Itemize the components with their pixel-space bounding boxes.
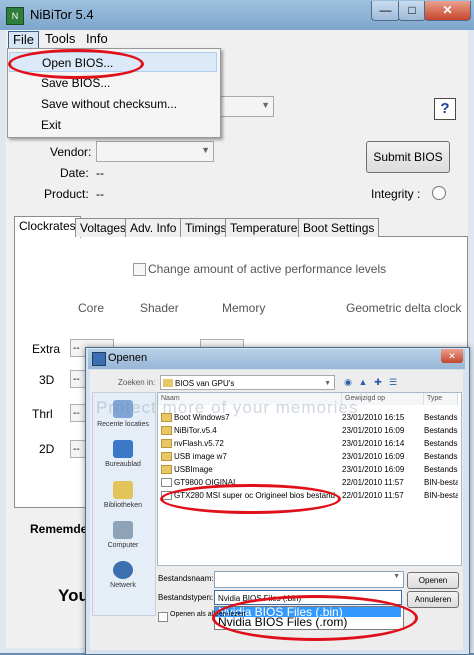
- folder-icon: [161, 465, 172, 474]
- performance-levels-checkbox[interactable]: [133, 263, 146, 276]
- annotation-circle-filetype: [212, 595, 418, 641]
- file-name: NiBiTor.v5.4: [174, 426, 217, 435]
- menu-save-without-checksum[interactable]: Save without checksum...: [9, 94, 217, 114]
- file-type: Bestandsr: [424, 465, 458, 474]
- date-value: --: [96, 166, 104, 180]
- core-column-header: Core: [78, 301, 105, 315]
- tab-temperatures[interactable]: Temperatures: [225, 218, 309, 237]
- menu-info[interactable]: Info: [82, 31, 112, 47]
- submit-bios-button[interactable]: Submit BIOS: [366, 141, 450, 173]
- date-label: Date:: [60, 166, 89, 180]
- file-type: BIN-besta: [424, 478, 458, 487]
- view-menu-icon[interactable]: ☰: [386, 375, 400, 389]
- look-in-combo[interactable]: BIOS van GPU's ▼: [160, 375, 335, 390]
- look-in-value: BIOS van GPU's: [175, 379, 235, 388]
- file-type: Bestandsr: [424, 439, 458, 448]
- file-row[interactable]: nvFlash.v5.72 23/01/2010 16:14 Bestandsr: [158, 438, 458, 449]
- integrity-indicator: [432, 186, 446, 200]
- cancel-button[interactable]: Annuleren: [407, 591, 459, 608]
- row-2d-label: 2D: [39, 442, 55, 456]
- tab-boot-settings[interactable]: Boot Settings: [298, 218, 380, 237]
- maximize-button[interactable]: □: [398, 1, 426, 21]
- annotation-circle-open-bios: [8, 49, 144, 79]
- dialog-close-button[interactable]: ✕: [441, 349, 463, 363]
- filename-label: Bestandsnaam:: [158, 574, 214, 583]
- filetype-label: Bestandstypen:: [158, 593, 214, 602]
- readonly-checkbox[interactable]: [158, 612, 168, 622]
- file-date: 23/01/2010 16:09: [342, 452, 405, 461]
- watermark-text: Protect more of your memories: [96, 398, 359, 417]
- tab-voltages[interactable]: Voltages: [75, 218, 132, 237]
- look-in-label: Zoeken in:: [118, 378, 156, 387]
- place-network[interactable]: Netwerk: [92, 561, 154, 589]
- libraries-icon: [113, 481, 133, 499]
- file-date: 22/01/2010 11:57: [342, 478, 404, 487]
- back-icon[interactable]: ◉: [341, 375, 355, 389]
- tab-clockrates[interactable]: Clockrates: [14, 216, 81, 238]
- column-type[interactable]: Type: [424, 393, 458, 405]
- file-date: 23/01/2010 16:09: [342, 426, 405, 435]
- place-desktop[interactable]: Bureaublad: [92, 440, 154, 468]
- filename-input[interactable]: ▼: [214, 571, 404, 588]
- help-icon[interactable]: ?: [434, 98, 456, 120]
- product-value: --: [96, 187, 104, 201]
- file-type: BIN-besta: [424, 491, 458, 500]
- file-type: Bestandsr: [424, 413, 458, 422]
- file-icon: [161, 478, 172, 487]
- file-type: Bestandsr: [424, 426, 458, 435]
- up-folder-icon[interactable]: ▲: [356, 375, 370, 389]
- tab-adv-info[interactable]: Adv. Info: [125, 218, 182, 237]
- delta-clock-column-header: Geometric delta clock: [346, 301, 462, 315]
- vendor-combo[interactable]: ▼: [96, 141, 214, 162]
- desktop-icon: [113, 440, 133, 458]
- folder-icon: [163, 379, 173, 387]
- vendor-label: Vendor:: [50, 145, 92, 159]
- file-row[interactable]: USB image w7 23/01/2010 16:09 Bestandsr: [158, 451, 458, 462]
- folder-icon: [161, 426, 172, 435]
- menu-file[interactable]: File: [8, 31, 39, 49]
- place-libraries[interactable]: Bibliotheken: [92, 481, 154, 509]
- menu-exit[interactable]: Exit: [9, 115, 217, 135]
- row-extra-label: Extra: [32, 342, 61, 356]
- place-computer[interactable]: Computer: [92, 521, 154, 549]
- file-row[interactable]: USBImage 23/01/2010 16:09 Bestandsr: [158, 464, 458, 475]
- folder-icon: [161, 439, 172, 448]
- new-folder-icon[interactable]: ✚: [371, 375, 385, 389]
- shader-column-header: Shader: [140, 301, 179, 315]
- window-title: NiBiTor 5.4: [30, 7, 94, 22]
- minimize-button[interactable]: —: [371, 1, 400, 21]
- file-date: 23/01/2010 16:09: [342, 465, 405, 474]
- file-name: USB image w7: [174, 452, 227, 461]
- memory-column-header: Memory: [222, 301, 266, 315]
- close-button[interactable]: ✕: [424, 1, 471, 21]
- product-label: Product:: [44, 187, 89, 201]
- network-icon: [113, 561, 133, 579]
- dialog-title: Openen: [108, 352, 148, 364]
- dialog-icon: [92, 352, 106, 366]
- row-3d-label: 3D: [39, 373, 55, 387]
- file-date: 23/01/2010 16:14: [342, 439, 405, 448]
- performance-levels-label: Change amount of active performance leve…: [148, 262, 387, 276]
- nibitor-icon: N: [6, 7, 24, 25]
- integrity-label: Integrity :: [371, 187, 421, 201]
- open-button[interactable]: Openen: [407, 572, 459, 589]
- folder-icon: [161, 452, 172, 461]
- tab-timings[interactable]: Timings: [180, 218, 232, 237]
- file-name: USBImage: [174, 465, 213, 474]
- annotation-circle-gtx280: [160, 484, 341, 514]
- file-name: nvFlash.v5.72: [174, 439, 224, 448]
- file-type: Bestandsr: [424, 452, 458, 461]
- menu-tools[interactable]: Tools: [41, 31, 79, 47]
- row-thrl-label: Thrl: [32, 407, 53, 421]
- computer-icon: [113, 521, 133, 539]
- file-row[interactable]: NiBiTor.v5.4 23/01/2010 16:09 Bestandsr: [158, 425, 458, 436]
- file-date: 22/01/2010 11:57: [342, 491, 404, 500]
